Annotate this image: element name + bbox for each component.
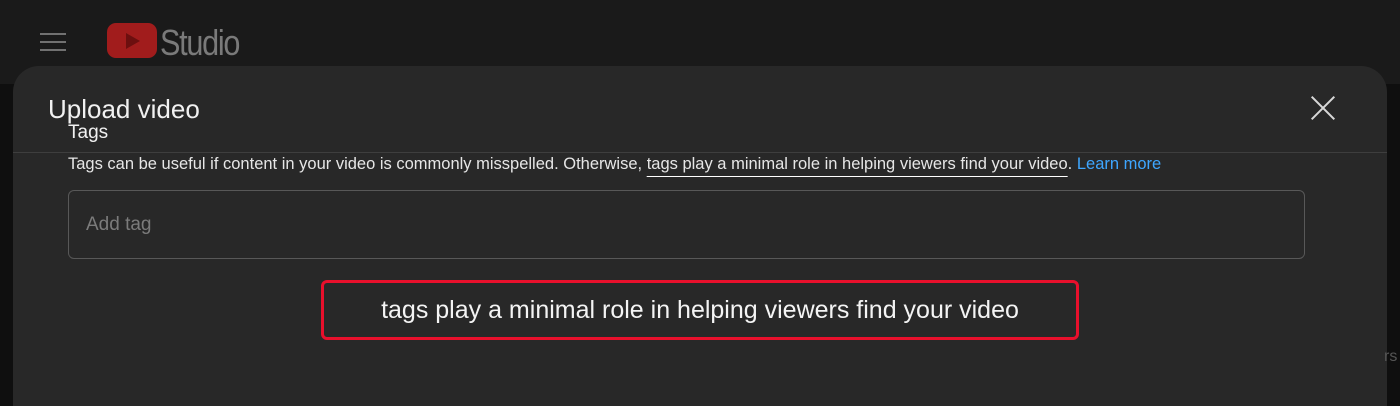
dialog-title: Upload video	[48, 94, 200, 124]
tags-section-title: Tags	[68, 122, 109, 143]
add-tag-field[interactable]	[68, 190, 1305, 259]
tags-description-end: .	[1067, 155, 1073, 173]
tags-description-underlined: tags play a minimal role in helping view…	[646, 155, 1068, 173]
highlight-callout: tags play a minimal role in helping view…	[321, 280, 1079, 340]
tags-description: Tags can be useful if content in your vi…	[68, 155, 1161, 174]
dialog-header: Upload video	[13, 66, 1387, 153]
studio-logo-text[interactable]: Studio	[160, 22, 240, 64]
edge-text: rs	[1384, 348, 1398, 365]
menu-icon[interactable]	[40, 31, 66, 53]
learn-more-link[interactable]: Learn more	[1077, 155, 1161, 173]
close-icon[interactable]	[1310, 95, 1336, 121]
youtube-logo-icon[interactable]	[107, 23, 157, 58]
tags-description-start: Tags can be useful if content in your vi…	[68, 155, 647, 173]
add-tag-input[interactable]	[86, 211, 686, 239]
